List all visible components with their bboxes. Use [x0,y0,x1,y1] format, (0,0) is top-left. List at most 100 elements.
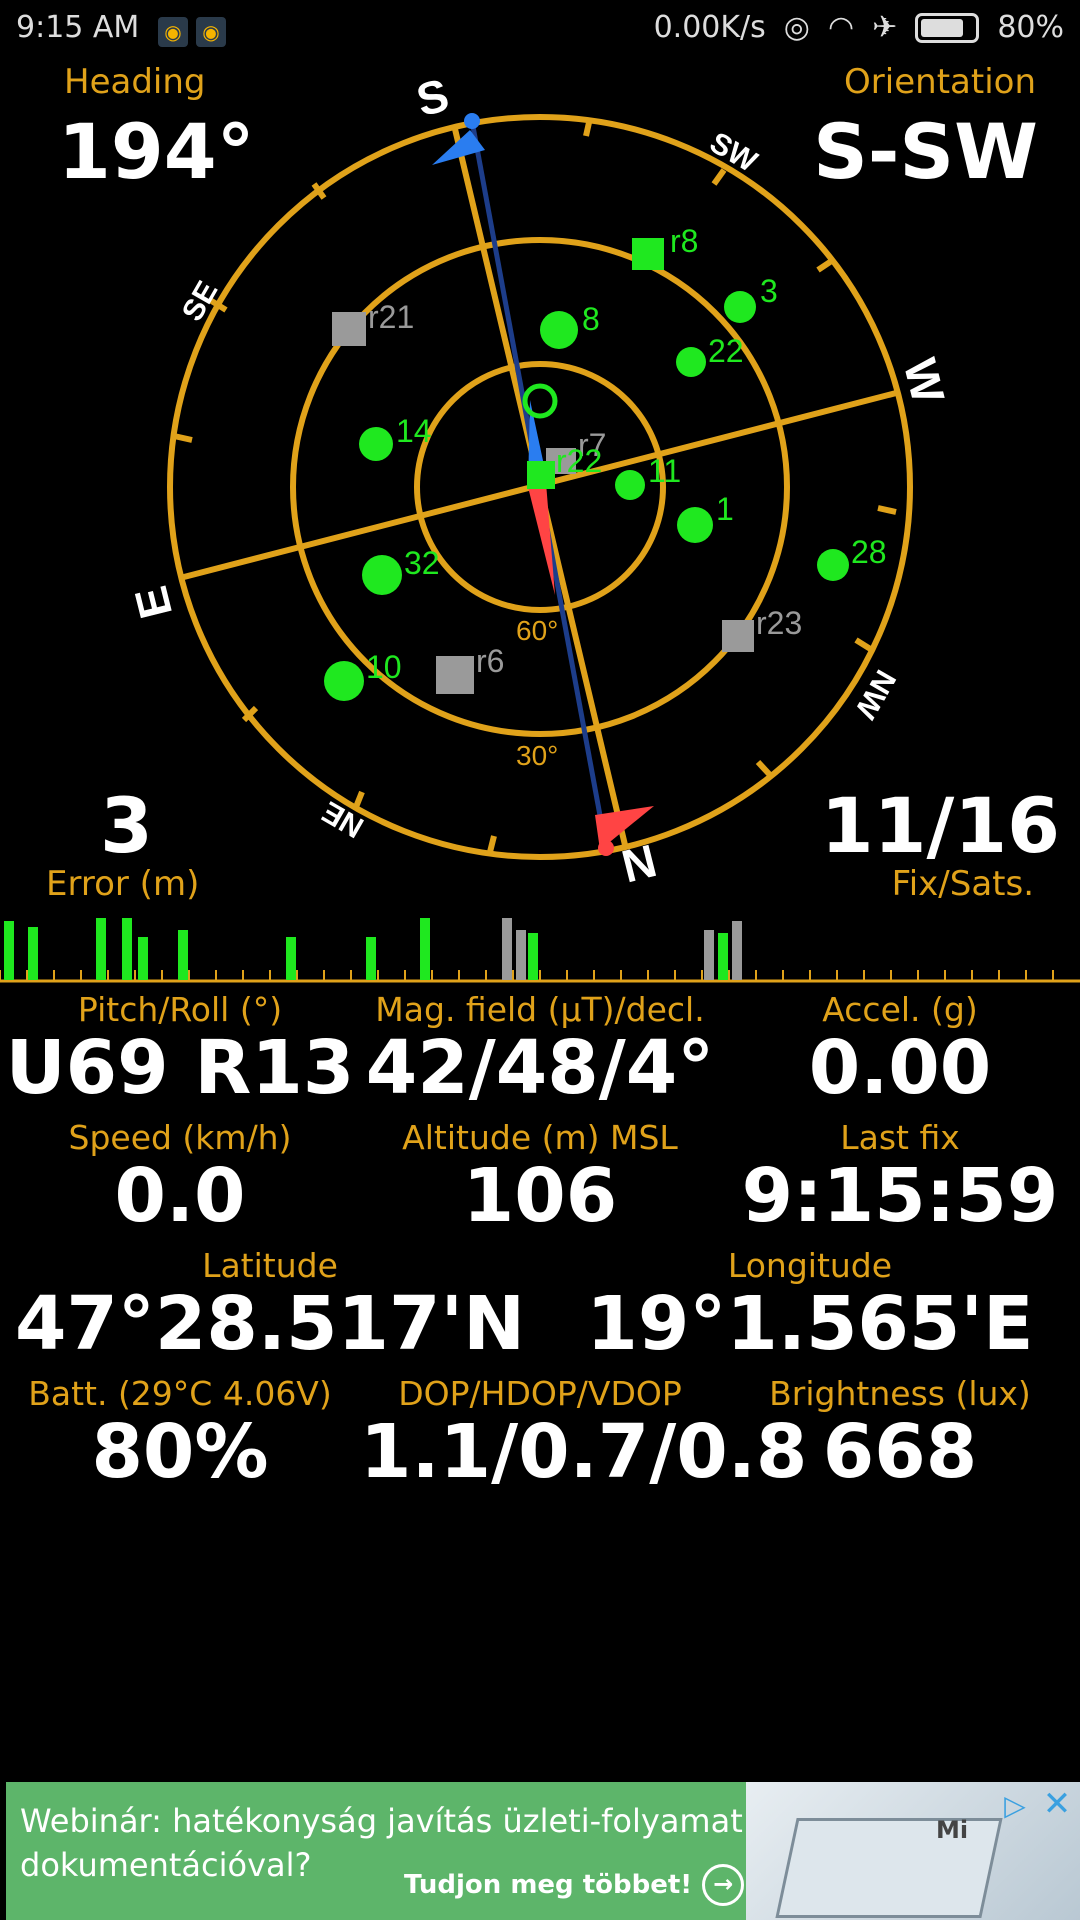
cardinal-nw: NW [848,664,902,724]
signal-bar [286,937,296,980]
cardinal-sw: SW [704,126,763,179]
signal-bar [28,927,38,980]
app-notification-icon: ◉ [158,17,188,47]
satellite-label: r23 [756,605,802,641]
sky-plot[interactable]: S SW W NW N NE E SE 60° 30° r8 3 8 22 r2… [0,60,1080,900]
longitude-label: Longitude [727,1246,893,1285]
signal-bar [732,921,742,980]
signal-bar [122,918,132,980]
net-speed: 0.00K/s [653,10,766,45]
satellite-14[interactable] [359,427,393,461]
satellite-28[interactable] [817,549,849,581]
pitch-roll-cell: Pitch/Roll (°) U69 R13 [0,990,360,1109]
satellite-label: 32 [404,545,440,581]
altitude-cell: Altitude (m) MSL 106 [360,1118,720,1237]
satellite-r22[interactable] [527,461,555,489]
satellite-8[interactable] [540,311,578,349]
battery-percent: 80% [997,10,1064,45]
dop-cell: DOP/HDOP/VDOP 1.1/0.7/0.8 [360,1374,808,1495]
latitude-cell: Latitude 47°28.517'N [0,1246,540,1365]
speed-value: 0.0 [114,1153,246,1239]
close-icon[interactable]: ✕ [1038,1786,1076,1824]
longitude-cell: Longitude 19°1.565'E [540,1246,1080,1365]
cardinal-e: E [124,581,182,623]
signal-bar [178,930,188,980]
satellite-3[interactable] [724,291,756,323]
signal-bar [718,933,728,980]
fix-label: Fix/Sats. [891,864,1034,904]
ad-cta-label: Tudjon meg többet! [404,1870,693,1900]
signal-bar-group [4,918,742,980]
signal-ticks [0,970,1054,981]
signal-bar [4,921,14,980]
adchoices-icon[interactable]: ▷ [996,1788,1034,1826]
dop-label: DOP/HDOP/VDOP [398,1374,682,1413]
brightness-label: Brightness (lux) [769,1374,1031,1413]
satellite-label: 3 [760,273,778,309]
altitude-value: 106 [462,1153,618,1239]
satellite-label: 28 [851,534,887,570]
satellite-32[interactable] [362,555,402,595]
fix-value: 11/16 [820,781,1060,870]
satellite-label: 22 [708,333,744,369]
hotspot-icon: ◎ [783,10,810,45]
satellite-label: r21 [368,299,414,335]
accel-label: Accel. (g) [822,990,978,1029]
signal-bar [420,918,430,980]
satellite-1[interactable] [677,507,713,543]
ad-banner[interactable]: Webinár: hatékonyság javítás üzleti-foly… [6,1782,1080,1920]
satellite-r21[interactable] [332,312,366,346]
pitch-roll-label: Pitch/Roll (°) [77,990,283,1029]
speed-label: Speed (km/h) [68,1118,292,1157]
satellite-label: 14 [396,413,432,449]
satellite-11[interactable] [615,470,645,500]
accel-cell: Accel. (g) 0.00 [720,990,1080,1109]
battery-value: 80% [91,1409,269,1495]
longitude-value: 19°1.565'E [586,1281,1034,1367]
satellite-r8[interactable] [632,238,664,270]
last-fix-cell: Last fix 9:15:59 [720,1118,1080,1237]
satellite-10[interactable] [324,661,364,701]
satellite-label: 1 [716,491,734,527]
battery-label: Batt. (29°C 4.06V) [28,1374,332,1413]
signal-bar [366,937,376,980]
last-fix-label: Last fix [840,1118,960,1157]
status-bar: 9:15 AM ◉ ◉ 0.00K/s ◎ ◠ ✈ 80% [0,0,1080,56]
latitude-value: 47°28.517'N [14,1281,526,1367]
cardinal-n: N [617,834,662,892]
signal-strength-bars [0,918,1080,983]
signal-bar [528,933,538,980]
signal-bar [516,930,526,980]
signal-bar [96,918,106,980]
dop-value: 1.1/0.7/0.8 [360,1409,808,1495]
signal-bar [502,918,512,980]
mag-field-label: Mag. field (µT)/decl. [375,990,705,1029]
error-value: 3 [100,781,153,870]
arrow-right-icon: → [702,1864,745,1906]
satellite-22[interactable] [676,347,706,377]
mag-field-value: 42/48/4° [365,1025,715,1111]
battery-cell: Batt. (29°C 4.06V) 80% [0,1374,360,1493]
signal-bar [704,930,714,980]
brightness-cell: Brightness (lux) 668 [720,1374,1080,1493]
error-label: Error (m) [46,864,200,904]
cardinal-w: W [894,353,955,408]
cardinal-s: S [411,68,453,126]
laptop-image [775,1818,1003,1918]
satellite-r6[interactable] [436,656,474,694]
wifi-icon: ◠ [827,10,855,45]
satellite-r23[interactable] [722,620,754,652]
altitude-label: Altitude (m) MSL [402,1118,678,1157]
ad-cta-button[interactable]: Tudjon meg többet! → [404,1864,745,1906]
ad-brand: Mi [936,1816,969,1844]
latitude-label: Latitude [202,1246,338,1285]
battery-icon [915,12,980,43]
speed-cell: Speed (km/h) 0.0 [0,1118,360,1237]
signal-bar [138,937,148,980]
satellite-label: 11 [648,453,681,489]
satellite-label: 8 [582,301,600,337]
ad-text-line1: Webinár: hatékonyság javítás üzleti-foly… [20,1802,743,1840]
satellite-label: r6 [476,643,504,679]
zenith-satellite[interactable] [522,383,558,419]
south-marker [464,113,480,129]
